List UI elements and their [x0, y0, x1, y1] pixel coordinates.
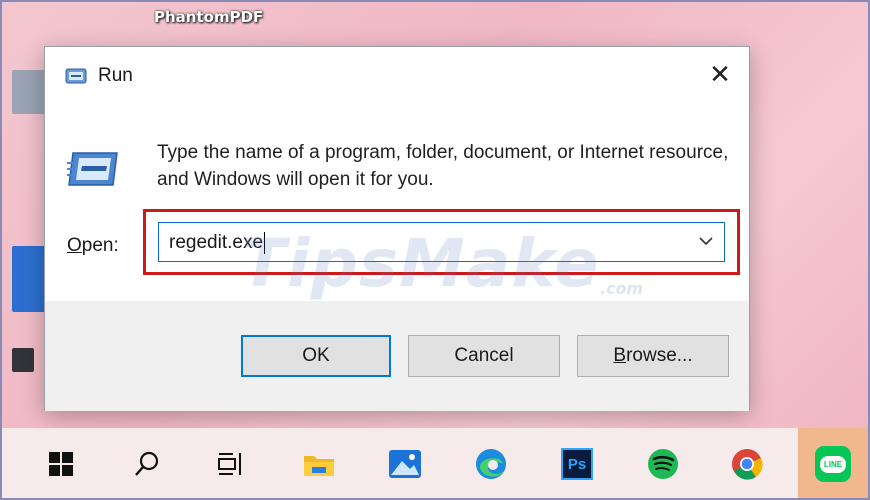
chrome-logo-icon — [732, 449, 763, 480]
dialog-titlebar[interactable]: Run ✕ — [45, 47, 749, 105]
desktop-icon[interactable] — [12, 70, 46, 114]
photoshop-logo: Ps — [561, 448, 593, 480]
spotify-icon[interactable] — [640, 441, 686, 487]
browse-label: rowse... — [626, 345, 693, 366]
dialog-title: Run — [98, 65, 133, 86]
cancel-button[interactable]: Cancel — [408, 335, 560, 377]
close-button[interactable]: ✕ — [691, 47, 749, 103]
browse-button[interactable]: Browse... — [577, 335, 729, 377]
spotify-logo-icon — [648, 449, 678, 479]
edge-icon[interactable] — [468, 441, 514, 487]
dialog-description: Type the name of a program, folder, docu… — [157, 142, 729, 190]
magnifier-icon — [135, 451, 159, 476]
folder-icon — [304, 456, 334, 476]
photos-app-icon — [389, 450, 421, 478]
windows-start-icon[interactable] — [38, 441, 84, 487]
photos-icon[interactable] — [382, 441, 428, 487]
search-icon[interactable] — [124, 441, 170, 487]
windows-logo-icon — [49, 452, 73, 476]
line-logo: LINE — [815, 446, 851, 482]
input-highlight-box — [143, 209, 740, 275]
chrome-icon[interactable] — [724, 441, 770, 487]
screenshot-frame: PhantomPDF Run ✕ Type the name of a prog… — [0, 0, 870, 500]
edge-browser-icon — [476, 449, 506, 479]
open-label-text: pen: — [81, 235, 119, 256]
watermark-suffix: .com — [600, 279, 644, 298]
run-icon — [65, 68, 87, 84]
close-icon: ✕ — [709, 60, 731, 90]
photoshop-icon[interactable]: Ps — [554, 441, 600, 487]
desktop-icon[interactable] — [12, 246, 46, 312]
line-logo-text: LINE — [819, 455, 847, 473]
open-label-accesskey: O — [67, 235, 82, 256]
browse-accesskey: B — [613, 345, 627, 366]
task-view-glyph-icon — [218, 453, 241, 475]
taskbar: Ps LINE — [2, 428, 868, 498]
run-program-icon — [67, 152, 118, 186]
open-label: Open: — [67, 235, 119, 257]
desktop-icon-label[interactable]: PhantomPDF — [154, 8, 263, 26]
file-explorer-icon[interactable] — [296, 441, 342, 487]
line-icon[interactable]: LINE — [798, 428, 868, 498]
ok-button[interactable]: OK — [241, 335, 391, 377]
task-view-icon[interactable] — [208, 441, 254, 487]
desktop-icon[interactable] — [12, 348, 34, 372]
run-dialog: Run ✕ Type the name of a program, folder… — [44, 46, 750, 411]
